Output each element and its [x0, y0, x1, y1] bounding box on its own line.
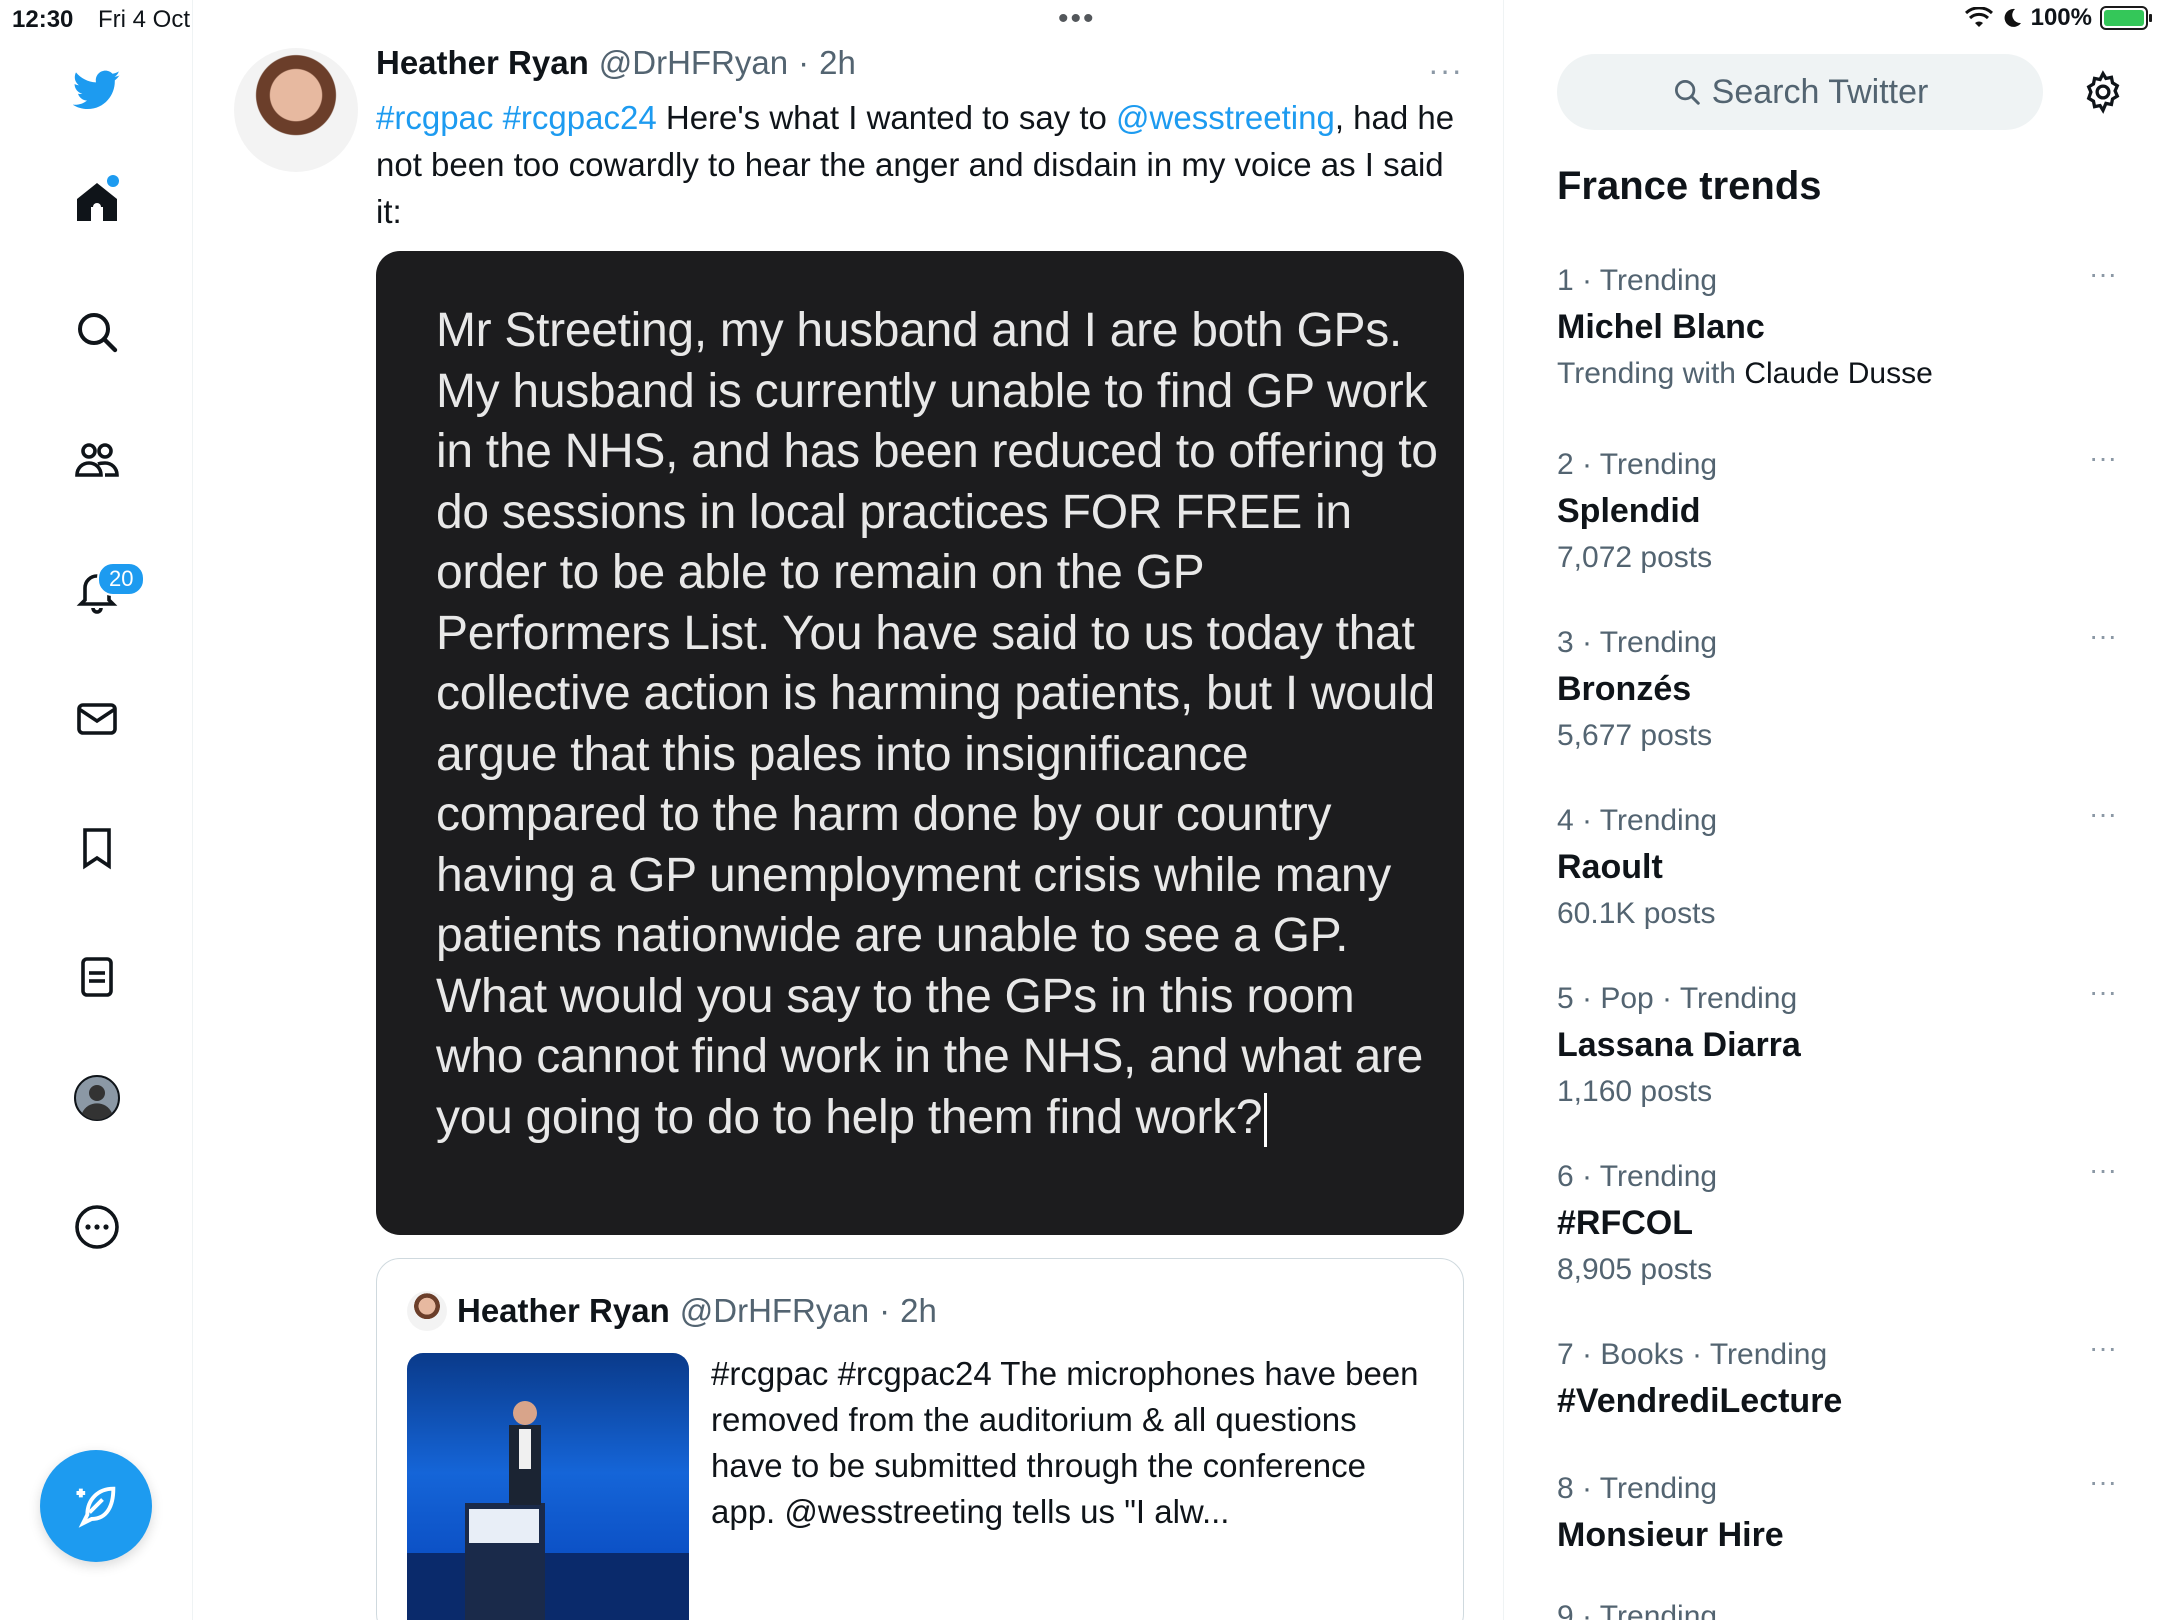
trend-sub-prefix: 5,677 posts	[1557, 719, 1713, 752]
trend-topic: Raoult	[1557, 848, 1663, 886]
more-options-icon[interactable]	[57, 1187, 137, 1267]
quoted-author-name: Heather Ryan	[457, 1292, 670, 1329]
notifications-bell-icon[interactable]: 20	[57, 550, 146, 630]
trend-sub-strong: Claude Dusse	[1744, 357, 1933, 390]
trend-topic: Monsieur Hire	[1557, 1516, 1784, 1554]
quoted-tweet-card[interactable]: Heather Ryan @DrHFRyan · 2h #rcgpac #rcg…	[376, 1258, 1464, 1620]
trend-meta: 9 · Trending	[1557, 1600, 1718, 1620]
quoted-sep: ·	[879, 1292, 891, 1329]
quoted-author-handle: @DrHFRyan	[679, 1292, 870, 1329]
trend-subtext: 7,072 posts	[1557, 541, 2117, 575]
quoted-tweet-text: #rcgpac #rcgpac24 The microphones have b…	[711, 1355, 1419, 1530]
tweet-more-button[interactable]: ···	[1428, 52, 1463, 89]
trend-subtext: Trending with Claude Dusse	[1557, 357, 2117, 391]
tweet-time[interactable]: 2h	[819, 44, 856, 82]
trend-meta: 5 · Pop · Trending	[1557, 982, 1798, 1015]
speaker-podium-illustration	[407, 1401, 689, 1620]
trend-sub-prefix: 1,160 posts	[1557, 1075, 1713, 1108]
trend-sub-prefix: Trending with	[1557, 357, 1745, 390]
trend-subtext: 60.1K posts	[1557, 897, 2117, 931]
trend-more-button[interactable]: ···	[2089, 976, 2117, 1008]
trend-sub-prefix: 8,905 posts	[1557, 1253, 1713, 1286]
trend-more-button[interactable]: ···	[2089, 442, 2117, 474]
compose-tweet-button[interactable]	[40, 1450, 152, 1562]
tweet-text-segment: Here's what I wanted to say to	[656, 99, 1117, 136]
trend-meta: 7 · Books · Trending	[1557, 1338, 1828, 1371]
trend-subtext: 5,677 posts	[1557, 719, 2117, 753]
image-text: Mr Streeting, my husband and I are both …	[436, 304, 1438, 1144]
tweet-header: Heather Ryan @DrHFRyan · 2h	[376, 44, 856, 82]
search-icon[interactable]	[57, 292, 137, 372]
trend-item[interactable]: 1 · Trending Michel Blanc Trending with Cl…	[1557, 258, 2117, 391]
text-cursor	[1264, 1092, 1268, 1147]
quoted-author-avatar	[407, 1291, 447, 1331]
trend-more-button[interactable]: ···	[2089, 620, 2117, 652]
mention-link[interactable]: @wesstreeting	[1116, 99, 1335, 136]
compose-feather-icon	[76, 1486, 116, 1528]
trend-item[interactable]: 5 · Pop · Trending Lassana Diarra 1,160 po…	[1557, 976, 2117, 1109]
profile-avatar-icon[interactable]	[57, 1058, 137, 1138]
trend-meta: 6 · Trending	[1557, 1160, 1718, 1193]
trend-topic: #RFCOL	[1557, 1204, 1693, 1242]
messages-envelope-icon[interactable]	[57, 679, 137, 759]
trend-more-button[interactable]: ···	[2089, 1154, 2117, 1186]
trend-topic: #VendrediLecture	[1557, 1382, 1843, 1420]
trend-subtext: 1,160 posts	[1557, 1075, 2117, 1109]
author-handle[interactable]: @DrHFRyan	[599, 44, 788, 82]
right-sidebar: Search Twitter France trends 1 · Trendin…	[1505, 0, 2160, 1620]
trend-item[interactable]: 6 · Trending #RFCOL 8,905 posts ···	[1557, 1154, 2117, 1287]
author-avatar[interactable]	[234, 48, 358, 172]
home-new-dot	[107, 175, 119, 187]
twitter-logo-icon[interactable]	[57, 50, 137, 130]
search-twitter-field[interactable]: Search Twitter	[1557, 54, 2043, 130]
tweet-text: #rcgpac #rcgpac24 Here's what I wanted t…	[376, 94, 1466, 235]
trend-item[interactable]: 8 · Trending Monsieur Hire ···	[1557, 1466, 2117, 1565]
trend-meta: 8 · Trending	[1557, 1472, 1718, 1505]
tweet-sep: ·	[798, 44, 810, 81]
quoted-time: 2h	[900, 1292, 937, 1329]
trend-item[interactable]: 4 · Trending Raoult 60.1K posts ···	[1557, 798, 2117, 931]
search-icon	[1674, 80, 1700, 105]
notifications-badge: 20	[97, 562, 146, 596]
trend-item[interactable]: 9 · Trending	[1557, 1600, 2117, 1620]
trend-sub-prefix: 60.1K posts	[1557, 897, 1716, 930]
timeline-column: Heather Ryan @DrHFRyan · 2h ··· #rcgpac …	[194, 0, 1504, 1620]
trend-item[interactable]: 2 · Trending Splendid 7,072 posts ···	[1557, 442, 2117, 575]
search-placeholder: Search Twitter	[1711, 72, 1929, 111]
trend-subtext: 8,905 posts	[1557, 1253, 2117, 1287]
lists-icon[interactable]	[57, 937, 137, 1017]
trend-meta: 1 · Trending	[1557, 264, 1718, 297]
bookmarks-icon[interactable]	[57, 808, 137, 888]
left-nav: 20	[0, 0, 193, 1620]
tweet-image[interactable]: Mr Streeting, my husband and I are both …	[376, 251, 1464, 1235]
trend-more-button[interactable]: ···	[2089, 1466, 2117, 1498]
trend-sub-prefix: 7,072 posts	[1557, 541, 1713, 574]
hashtag-link[interactable]: #rcgpac24	[503, 99, 657, 136]
trend-meta: 4 · Trending	[1557, 804, 1718, 837]
quoted-tweet-image[interactable]	[407, 1353, 689, 1620]
home-icon[interactable]	[57, 163, 137, 243]
trend-item[interactable]: 3 · Trending Bronzés 5,677 posts ···	[1557, 620, 2117, 753]
settings-gear-icon[interactable]	[2073, 62, 2133, 122]
trend-topic: Splendid	[1557, 492, 1701, 530]
trends-title: France trends	[1557, 164, 1822, 208]
trend-topic: Michel Blanc	[1557, 308, 1765, 346]
trend-more-button[interactable]: ···	[2089, 258, 2117, 290]
trend-item[interactable]: 7 · Books · Trending #VendrediLecture ···	[1557, 1332, 2117, 1431]
quoted-tweet-header: Heather Ryan @DrHFRyan · 2h	[407, 1291, 937, 1331]
trend-topic: Bronzés	[1557, 670, 1692, 708]
trend-more-button[interactable]: ···	[2089, 1332, 2117, 1364]
author-name[interactable]: Heather Ryan	[376, 44, 589, 82]
trend-more-button[interactable]: ···	[2089, 798, 2117, 830]
trend-meta: 3 · Trending	[1557, 626, 1718, 659]
hashtag-link[interactable]: #rcgpac	[376, 99, 493, 136]
trend-topic: Lassana Diarra	[1557, 1026, 1801, 1064]
communities-icon[interactable]	[57, 421, 137, 501]
trend-meta: 2 · Trending	[1557, 448, 1718, 481]
